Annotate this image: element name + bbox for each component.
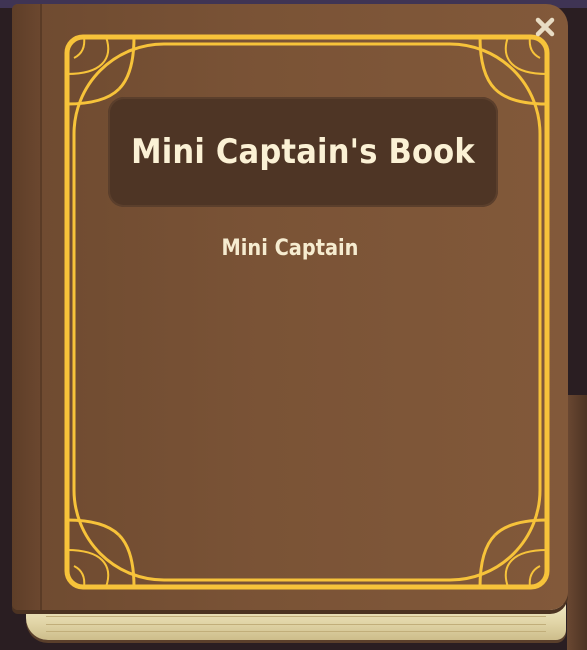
book-viewer-screen: Mini Captain's Book Mini Captain — [0, 0, 587, 650]
title-panel: Mini Captain's Book — [108, 97, 498, 207]
background-book-edge — [567, 395, 587, 650]
book-cover: Mini Captain's Book — [12, 4, 568, 610]
book-author: Mini Captain — [221, 236, 359, 261]
page-line — [46, 616, 546, 617]
book-spine — [12, 4, 42, 610]
book: Mini Captain's Book — [12, 4, 568, 640]
page-line — [46, 624, 546, 625]
book-title: Mini Captain's Book — [131, 132, 475, 172]
close-x-icon — [535, 17, 555, 37]
close-button[interactable] — [534, 16, 556, 38]
page-line — [46, 631, 546, 632]
